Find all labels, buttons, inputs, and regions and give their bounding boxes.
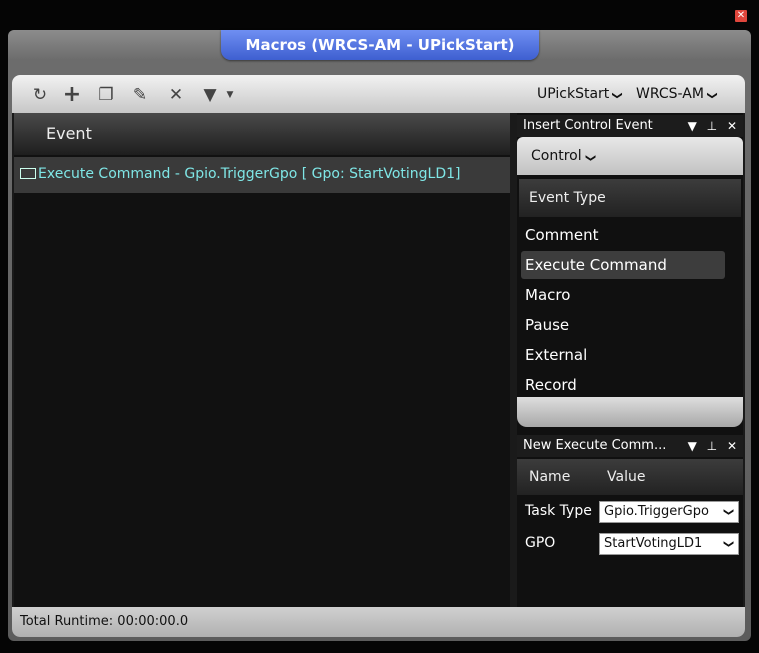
props-pane-title-text: New Execute Comm...: [523, 438, 667, 453]
window-title: Macros (WRCS-AM - UPickStart): [221, 30, 539, 60]
event-type-external[interactable]: External: [521, 341, 725, 369]
chevron-down-icon: ❯: [722, 539, 734, 549]
refresh-icon[interactable]: ↻: [30, 85, 50, 105]
chevron-down-icon: ❯: [706, 91, 718, 100]
close-icon[interactable]: ✕: [735, 10, 747, 22]
gpo-value: StartVotingLD1: [604, 536, 703, 551]
close-icon[interactable]: ✕: [727, 439, 737, 453]
props-header: Name Value: [517, 459, 743, 495]
filter-dropdown-icon[interactable]: ▼: [220, 85, 240, 105]
macros-window: ✕ Macros (WRCS-AM - UPickStart) ↻ + ❐ ✎ …: [0, 0, 759, 653]
macro-editor: ↻ + ❐ ✎ ✕ ▼ ▼ UPickStart ❯ WRCS-AM ❯ Event…: [12, 75, 745, 637]
insert-pane-title: Insert Control Event ▼ ⊥ ✕: [517, 115, 743, 137]
station-select[interactable]: WRCS-AM ❯: [636, 86, 718, 102]
event-type-macro[interactable]: Macro: [521, 281, 725, 309]
event-type-comment[interactable]: Comment: [521, 221, 725, 249]
chevron-down-icon: ❯: [611, 91, 623, 100]
pin-icon[interactable]: ⊥: [707, 439, 717, 453]
filter-icon[interactable]: ▼: [200, 85, 220, 105]
toolbar: ↻ + ❐ ✎ ✕ ▼ ▼ UPickStart ❯ WRCS-AM ❯: [12, 75, 745, 113]
event-type-execute-command[interactable]: Execute Command: [521, 251, 725, 279]
event-row[interactable]: Execute Command - Gpio.TriggerGpo [ Gpo:…: [14, 157, 510, 193]
station-select-value: WRCS-AM: [636, 86, 704, 102]
dropdown-icon[interactable]: ▼: [688, 439, 697, 453]
macro-select[interactable]: UPickStart ❯: [537, 86, 623, 102]
task-type-label: Task Type: [525, 503, 592, 519]
event-type-pause[interactable]: Pause: [521, 311, 725, 339]
pane-footer: [517, 397, 743, 427]
add-icon[interactable]: +: [62, 84, 82, 106]
event-list: Event Execute Command - Gpio.TriggerGpo …: [14, 113, 510, 607]
event-column-header[interactable]: Event: [14, 113, 510, 155]
category-select[interactable]: Control ❯: [517, 137, 743, 175]
macro-select-value: UPickStart: [537, 86, 610, 102]
value-column-header: Value: [607, 469, 646, 485]
command-icon: [20, 167, 36, 179]
task-type-select[interactable]: Gpio.TriggerGpo ❯: [599, 501, 739, 523]
insert-pane-title-text: Insert Control Event: [523, 118, 653, 133]
chevron-down-icon: ❯: [722, 507, 734, 517]
copy-icon[interactable]: ❐: [96, 85, 116, 105]
name-column-header: Name: [529, 469, 571, 485]
edit-icon[interactable]: ✎: [130, 85, 150, 105]
close-icon[interactable]: ✕: [727, 119, 737, 133]
pin-icon[interactable]: ⊥: [707, 119, 717, 133]
event-type-record[interactable]: Record: [521, 371, 725, 399]
side-panels: Insert Control Event ▼ ⊥ ✕ Control ❯ Even…: [517, 113, 743, 607]
dropdown-icon[interactable]: ▼: [688, 119, 697, 133]
chevron-down-icon: ❯: [584, 153, 596, 163]
gpo-label: GPO: [525, 535, 556, 551]
event-type-header: Event Type: [519, 179, 741, 217]
delete-icon[interactable]: ✕: [166, 85, 186, 105]
event-row-text: Execute Command - Gpio.TriggerGpo [ Gpo:…: [38, 166, 461, 182]
gpo-select[interactable]: StartVotingLD1 ❯: [599, 533, 739, 555]
task-type-value: Gpio.TriggerGpo: [604, 504, 709, 519]
props-pane-title: New Execute Comm... ▼ ⊥ ✕: [517, 435, 743, 457]
status-bar: Total Runtime: 00:00:00.0: [12, 607, 745, 637]
